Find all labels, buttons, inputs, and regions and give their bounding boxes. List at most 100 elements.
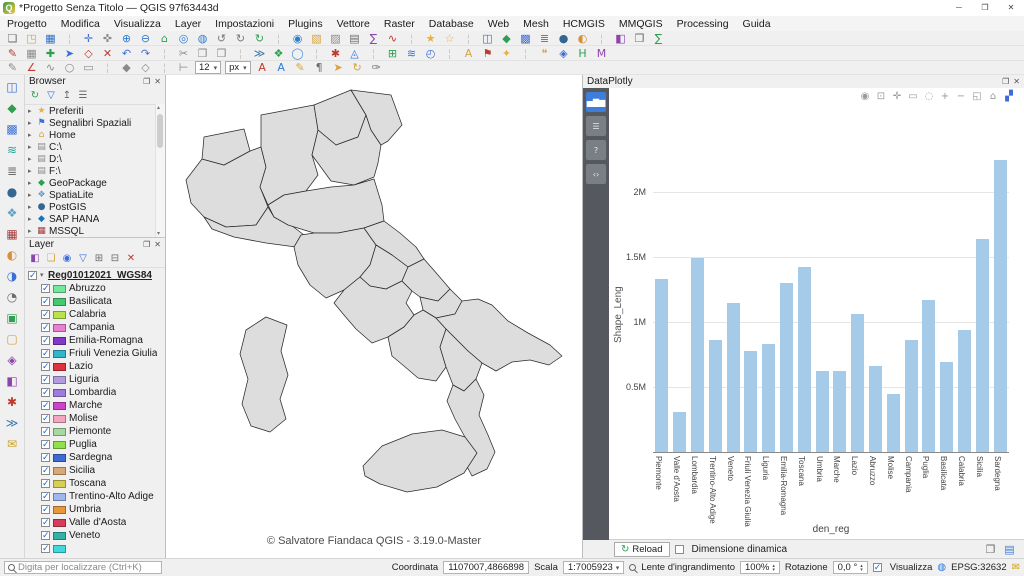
measure-icon[interactable]: ∿: [383, 32, 402, 45]
browser-refresh-icon[interactable]: ↻: [27, 90, 43, 102]
add-postgis-layer-icon[interactable]: ●: [554, 32, 573, 45]
new-virtual-layer-icon[interactable]: ◈: [2, 350, 22, 371]
spinner-arrows[interactable]: ▴▾: [860, 564, 863, 572]
chart-bar[interactable]: [922, 300, 935, 452]
remove-layer-icon[interactable]: ✕: [123, 253, 139, 265]
show-plot-icon[interactable]: ▤: [1000, 543, 1019, 556]
menu-item[interactable]: Raster: [377, 18, 422, 30]
identify-icon[interactable]: ◉: [288, 32, 307, 45]
zoom-in-icon[interactable]: ⊕: [117, 32, 136, 45]
undo-icon[interactable]: ↶: [117, 47, 136, 60]
new-3d-map-icon[interactable]: ◈: [554, 47, 573, 60]
spinner-arrows[interactable]: ▴▾: [772, 564, 775, 572]
properties-tab[interactable]: ☰: [586, 116, 606, 136]
browser-item-spatialite[interactable]: ▸ ❖ SpatiaLite: [25, 189, 165, 201]
field-calculator-icon[interactable]: ∑: [364, 32, 383, 45]
map-themes-icon[interactable]: ◉: [59, 253, 75, 265]
circle-tool-icon[interactable]: ○: [60, 61, 79, 74]
zoom-in-icon[interactable]: +: [938, 91, 952, 103]
menu-item[interactable]: Database: [422, 18, 481, 30]
chart-bar[interactable]: [833, 371, 846, 452]
expander-icon[interactable]: ▸: [28, 107, 36, 115]
layer-item-checkbox[interactable]: [41, 466, 50, 475]
add-wms-layer-icon[interactable]: ◐: [573, 32, 592, 45]
layer-group-row[interactable]: ▾ Reg01012021_WGS84: [25, 268, 165, 282]
layer-item-checkbox[interactable]: [41, 505, 50, 514]
separator[interactable]: ¦: [459, 32, 478, 45]
redo-icon[interactable]: ↷: [136, 47, 155, 60]
menu-item[interactable]: Guida: [736, 18, 778, 30]
open-project-icon[interactable]: ◳: [22, 32, 41, 45]
layer-legend-item[interactable]: Abruzzo: [25, 282, 165, 295]
trim-extend-icon[interactable]: ⊢: [174, 61, 193, 74]
layer-legend-item[interactable]: Sardegna: [25, 451, 165, 464]
plugin-manager-icon[interactable]: ❖: [269, 47, 288, 60]
data-source-manager-icon[interactable]: ◫: [478, 32, 497, 45]
georeferencer-icon[interactable]: ⊞: [383, 47, 402, 60]
region-sardegna[interactable]: [240, 317, 288, 432]
layer-item-checkbox[interactable]: [41, 518, 50, 527]
graphical-modeler-icon[interactable]: ◬: [345, 47, 364, 60]
layer-legend-item[interactable]: Molise: [25, 412, 165, 425]
expander-icon[interactable]: ▸: [28, 215, 36, 223]
separator[interactable]: ¦: [307, 47, 326, 60]
region-sicilia[interactable]: [363, 430, 477, 492]
chart-bar[interactable]: [691, 258, 704, 452]
paste-features-icon[interactable]: ❒: [212, 47, 231, 60]
layer-item-checkbox[interactable]: [41, 310, 50, 319]
expander-icon[interactable]: ▸: [28, 119, 36, 127]
layer-item-checkbox[interactable]: [41, 427, 50, 436]
chart-bar[interactable]: [905, 340, 918, 452]
maximize-button[interactable]: ❐: [972, 0, 998, 16]
dynamic-size-checkbox[interactable]: [675, 545, 684, 554]
save-plot-icon[interactable]: ❐: [981, 543, 1000, 556]
layer-styling-icon[interactable]: ◧: [27, 253, 43, 265]
browser-item-d-drive[interactable]: ▸ ▤ D:\: [25, 153, 165, 165]
cut-features-icon[interactable]: ✂: [174, 47, 193, 60]
add-vector-layer-icon[interactable]: ◆: [497, 32, 516, 45]
expander-icon[interactable]: ▸: [28, 143, 36, 151]
chart-bar[interactable]: [869, 366, 882, 452]
add-mssql-icon[interactable]: ▦: [2, 224, 22, 245]
menu-item[interactable]: Layer: [168, 18, 208, 30]
zoom-to-layer-icon[interactable]: ◍: [193, 32, 212, 45]
separator[interactable]: ¦: [364, 47, 383, 60]
copy-features-icon[interactable]: ❐: [193, 47, 212, 60]
python-console-icon[interactable]: ≫: [250, 47, 269, 60]
browser-item-postgis[interactable]: ▸ ● PostGIS: [25, 201, 165, 213]
browser-scrollbar[interactable]: [155, 104, 165, 237]
statistics-icon[interactable]: ∑: [649, 32, 668, 45]
layer-legend-item[interactable]: Piemonte: [25, 425, 165, 438]
layer-legend-item[interactable]: Sicilia: [25, 464, 165, 477]
close-button[interactable]: ✕: [998, 0, 1024, 16]
layer-item-checkbox[interactable]: [41, 531, 50, 540]
font-unit-combo[interactable]: px ▾: [225, 61, 251, 74]
chart-bar[interactable]: [709, 340, 722, 452]
expander-icon[interactable]: ▸: [28, 203, 36, 211]
digitize-segment-icon[interactable]: ∠: [22, 61, 41, 74]
browser-collapse-icon[interactable]: ↥: [59, 90, 75, 102]
hcmgis-icon[interactable]: H: [573, 47, 592, 60]
layer-legend-item[interactable]: Campania: [25, 321, 165, 334]
layer-item-checkbox[interactable]: [41, 284, 50, 293]
highlight-labels-icon[interactable]: ✦: [497, 47, 516, 60]
add-text-layer-icon[interactable]: ≣: [535, 32, 554, 45]
rotation-input[interactable]: 0,0 ° ▴▾: [833, 561, 868, 574]
browser-item-f-drive[interactable]: ▸ ▤ F:\: [25, 165, 165, 177]
expander-icon[interactable]: ▸: [28, 131, 36, 139]
plot-tab[interactable]: ▅▇▆: [586, 92, 606, 112]
zoom-to-selection-icon[interactable]: ◎: [174, 32, 193, 45]
add-vector-layer-icon[interactable]: ◆: [2, 98, 22, 119]
label-settings-icon[interactable]: ✎: [291, 61, 310, 74]
add-spatialite-icon[interactable]: ❖: [2, 203, 22, 224]
processing-icon[interactable]: ✱: [2, 392, 22, 413]
layer-legend-item[interactable]: Lombardia: [25, 386, 165, 399]
vertex-active-layer-icon[interactable]: ◇: [136, 61, 155, 74]
separator[interactable]: ¦: [98, 61, 117, 74]
new-shapefile-icon[interactable]: ▢: [2, 329, 22, 350]
browser-properties-icon[interactable]: ☰: [75, 90, 91, 102]
show-labels-icon[interactable]: A: [459, 47, 478, 60]
close-icon[interactable]: ✕: [1013, 77, 1020, 86]
expander-icon[interactable]: ▸: [28, 179, 36, 187]
separator[interactable]: ¦: [592, 32, 611, 45]
